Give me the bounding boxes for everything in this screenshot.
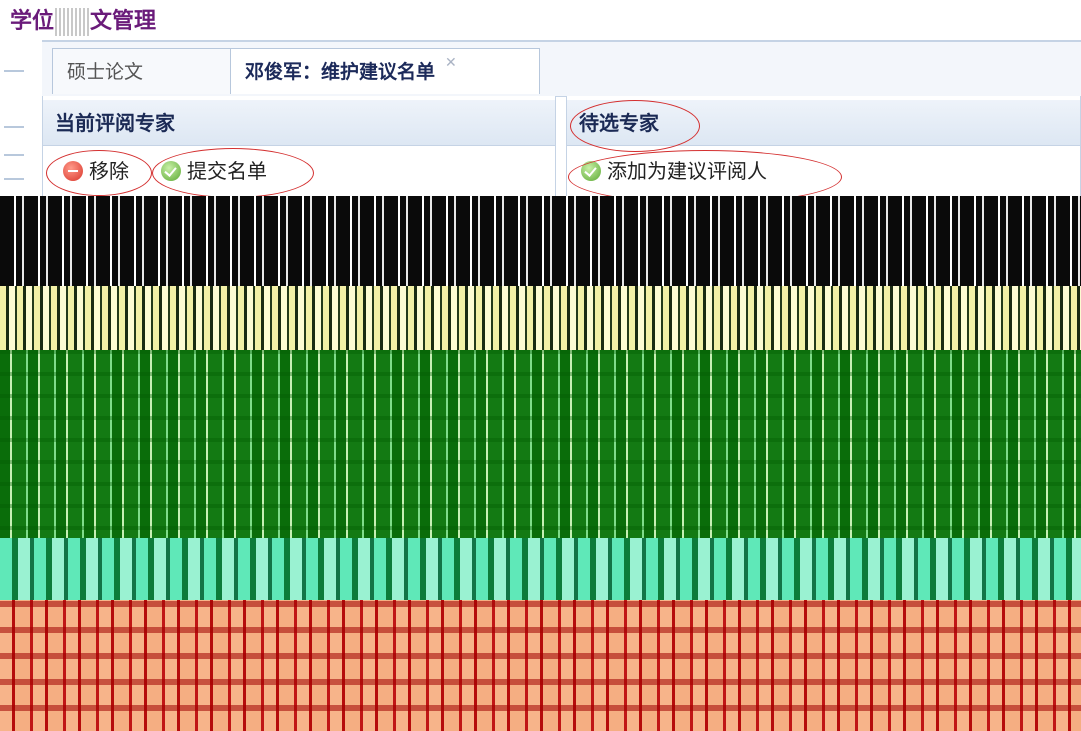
submit-button-label: 提交名单 bbox=[187, 159, 267, 183]
add-reviewer-button[interactable]: 添加为建议评阅人 bbox=[581, 156, 767, 186]
tab-label: 邓俊军：维护建议名单 bbox=[245, 61, 436, 83]
glitch-region bbox=[0, 196, 1081, 286]
panel-title: 待选专家 bbox=[567, 100, 1080, 146]
glitch-region bbox=[0, 538, 1081, 600]
app-title: 学位 文管理 bbox=[10, 6, 156, 38]
panel-title: 当前评阅专家 bbox=[43, 100, 555, 146]
rail-divider bbox=[4, 70, 24, 72]
glitch-region bbox=[0, 350, 1081, 570]
app-title-part2: 文管理 bbox=[90, 9, 157, 34]
tab-maintain-list[interactable]: 邓俊军：维护建议名单 ✕ bbox=[230, 48, 540, 94]
tab-strip: 硕士论文 邓俊军：维护建议名单 ✕ bbox=[42, 40, 1081, 133]
title-obscured-glyphs bbox=[55, 8, 90, 36]
remove-button[interactable]: 移除 bbox=[63, 156, 129, 186]
close-icon[interactable]: ✕ bbox=[445, 55, 461, 71]
remove-button-label: 移除 bbox=[89, 159, 129, 183]
add-button-label: 添加为建议评阅人 bbox=[607, 159, 767, 183]
collapsed-side-rail[interactable] bbox=[0, 40, 40, 220]
tab-master-thesis[interactable]: 硕士论文 bbox=[52, 48, 232, 133]
left-toolbar: 移除 提交名单 bbox=[43, 148, 555, 194]
glitch-region bbox=[0, 286, 1081, 350]
glitch-region bbox=[0, 600, 1081, 731]
check-icon bbox=[161, 160, 181, 181]
right-toolbar: 添加为建议评阅人 bbox=[567, 148, 1080, 194]
rail-divider bbox=[4, 178, 24, 180]
submit-list-button[interactable]: 提交名单 bbox=[161, 156, 267, 186]
rail-divider bbox=[4, 154, 24, 156]
tab-label: 硕士论文 bbox=[67, 61, 144, 83]
app-title-part1: 学位 bbox=[10, 9, 55, 34]
remove-icon bbox=[63, 160, 83, 181]
rail-divider bbox=[4, 126, 24, 128]
check-icon bbox=[581, 160, 601, 181]
